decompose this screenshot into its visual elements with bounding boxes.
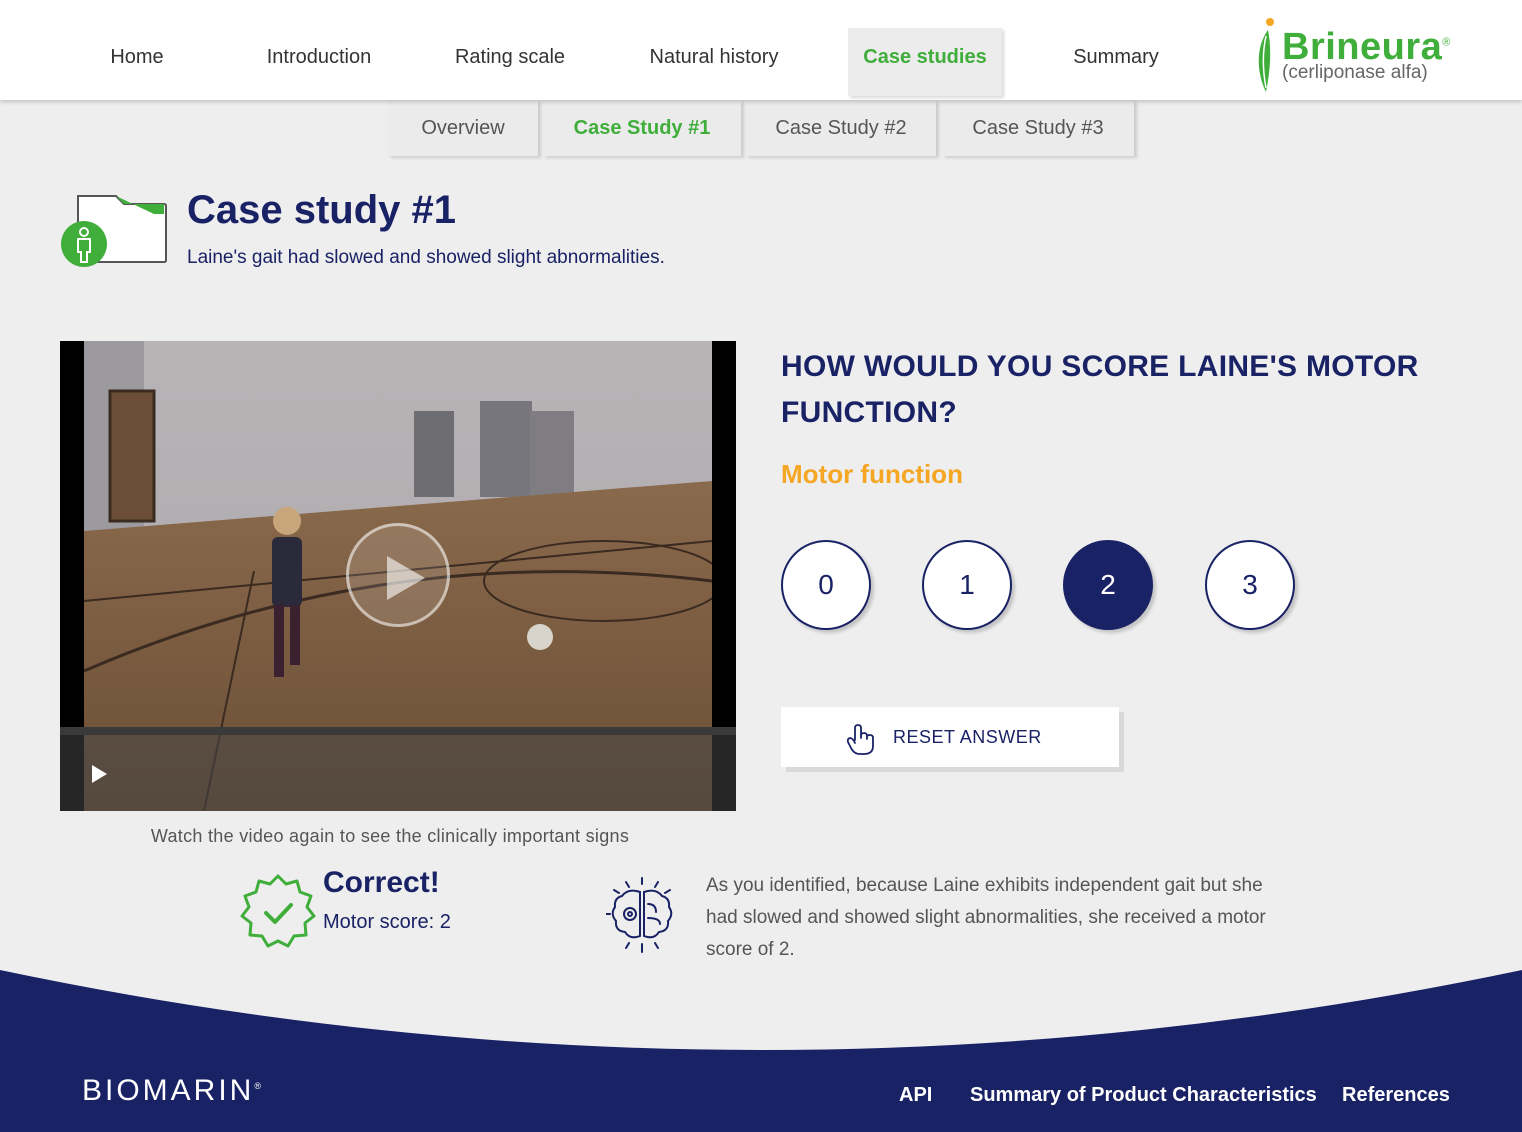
registered-mark: ®	[1442, 36, 1451, 49]
score-option-0[interactable]: 0	[781, 540, 871, 630]
nav-home[interactable]: Home	[82, 28, 192, 96]
video-play-overlay-button[interactable]	[346, 523, 450, 627]
footer-link-references[interactable]: References	[1342, 1084, 1450, 1107]
nav-natural-history[interactable]: Natural history	[630, 28, 798, 96]
subnav-case-study-1[interactable]: Case Study #1	[543, 100, 741, 156]
footer: BIOMARIN® API Summary of Product Charact…	[0, 1060, 1522, 1132]
feedback-title: Correct!	[323, 866, 440, 899]
page-subtitle: Laine's gait had slowed and showed sligh…	[187, 247, 665, 268]
brand-leaf-icon	[1258, 18, 1274, 92]
check-badge-icon	[240, 874, 316, 948]
top-navigation: Home Introduction Rating scale Natural h…	[0, 0, 1522, 100]
footer-link-api[interactable]: API	[899, 1084, 932, 1107]
feedback-score: Motor score: 2	[323, 911, 451, 933]
video-player[interactable]	[60, 341, 736, 811]
registered-mark: ®	[254, 1081, 261, 1091]
video-progress-bar[interactable]	[60, 727, 736, 735]
score-option-2[interactable]: 2	[1063, 540, 1153, 630]
nav-introduction[interactable]: Introduction	[246, 28, 392, 96]
category-label: Motor function	[781, 459, 963, 489]
subnav-case-study-2[interactable]: Case Study #2	[746, 100, 936, 156]
nav-rating-scale[interactable]: Rating scale	[440, 28, 580, 96]
subnav-overview[interactable]: Overview	[388, 100, 538, 156]
nav-summary[interactable]: Summary	[1050, 28, 1182, 96]
biomarin-logo[interactable]: BIOMARIN®	[82, 1074, 261, 1108]
footer-link-spc[interactable]: Summary of Product Characteristics	[970, 1084, 1317, 1107]
question-text: HOW WOULD YOU SCORE LAINE'S MOTOR FUNCTI…	[781, 350, 1419, 429]
brain-icon	[606, 877, 673, 953]
subnav-case-study-3[interactable]: Case Study #3	[942, 100, 1134, 156]
brand-logo[interactable]: Brineura® (cerliponase alfa)	[1252, 12, 1482, 92]
score-option-3[interactable]: 3	[1205, 540, 1295, 630]
brand-subtitle: (cerliponase alfa)	[1282, 62, 1428, 83]
reset-answer-button[interactable]: RESET ANSWER	[781, 707, 1119, 767]
case-folder-icon	[61, 195, 167, 267]
page-title: Case study #1	[187, 188, 457, 232]
score-option-1[interactable]: 1	[922, 540, 1012, 630]
nav-case-studies[interactable]: Case studies	[848, 28, 1002, 96]
play-icon[interactable]	[92, 765, 107, 783]
hand-pointer-icon	[846, 724, 874, 755]
footer-wave-decoration	[0, 970, 1522, 1062]
feedback-explanation: As you identified, because Laine exhibit…	[706, 875, 1266, 960]
video-caption: Watch the video again to see the clinica…	[150, 826, 630, 846]
reset-answer-label: RESET ANSWER	[893, 727, 1042, 747]
video-controls	[60, 735, 736, 811]
